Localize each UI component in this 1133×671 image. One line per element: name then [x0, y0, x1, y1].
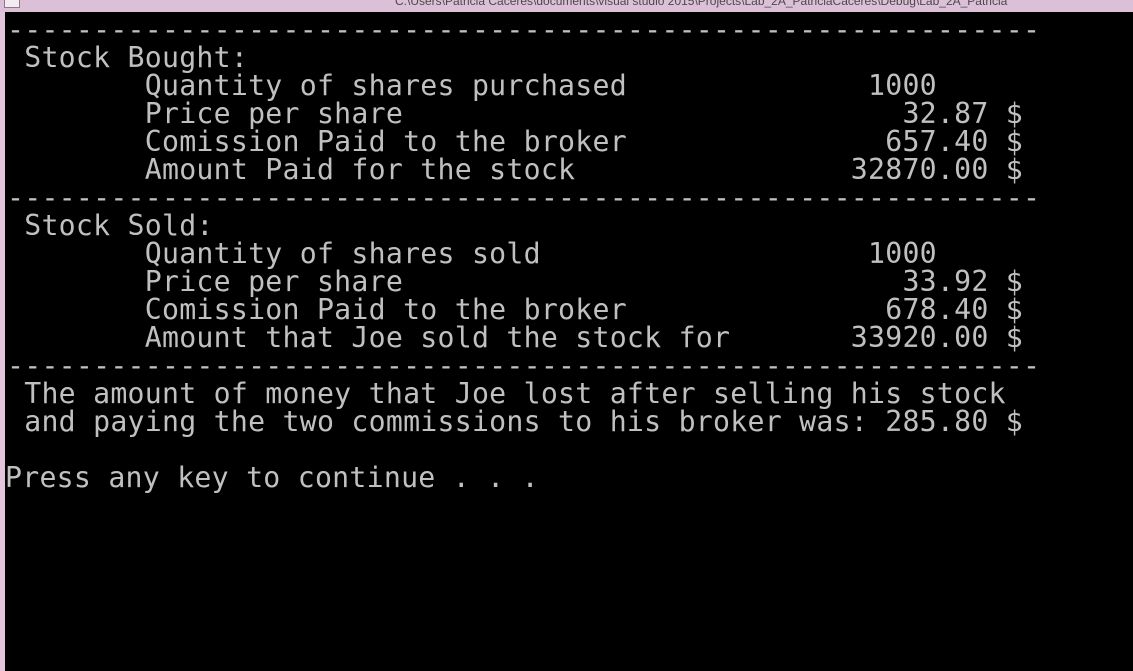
bought-price-line: Price per share 32.87 $	[7, 97, 1023, 130]
press-any-key-prompt: Press any key to continue . . .	[5, 461, 539, 494]
separator-line: ----------------------------------------…	[7, 349, 1041, 382]
title-bar[interactable]: C:\Users\Patricia Caceres\documents\visu…	[0, 0, 1133, 12]
stock-bought-heading: Stock Bought:	[7, 41, 249, 74]
console-output[interactable]: ----------------------------------------…	[5, 12, 1133, 671]
sold-price-line: Price per share 33.92 $	[7, 265, 1023, 298]
separator-line: ----------------------------------------…	[7, 181, 1041, 214]
window-title: C:\Users\Patricia Caceres\documents\visu…	[395, 0, 1008, 8]
sold-quantity-line: Quantity of shares sold 1000	[7, 237, 937, 270]
stock-sold-heading: Stock Sold:	[7, 209, 214, 242]
bought-commission-line: Comission Paid to the broker 657.40 $	[7, 125, 1023, 158]
console-window[interactable]: C:\Users\Patricia Caceres\documents\visu…	[0, 0, 1133, 671]
system-menu-icon[interactable]	[4, 0, 20, 8]
separator-line: ----------------------------------------…	[7, 13, 1041, 46]
bought-amount-line: Amount Paid for the stock 32870.00 $	[7, 153, 1023, 186]
sold-commission-line: Comission Paid to the broker 678.40 $	[7, 293, 1023, 326]
sold-amount-line: Amount that Joe sold the stock for 33920…	[7, 321, 1023, 354]
bought-quantity-line: Quantity of shares purchased 1000	[7, 69, 937, 102]
result-line-2: and paying the two commissions to his br…	[7, 405, 1023, 438]
result-line-1: The amount of money that Joe lost after …	[7, 377, 1006, 410]
